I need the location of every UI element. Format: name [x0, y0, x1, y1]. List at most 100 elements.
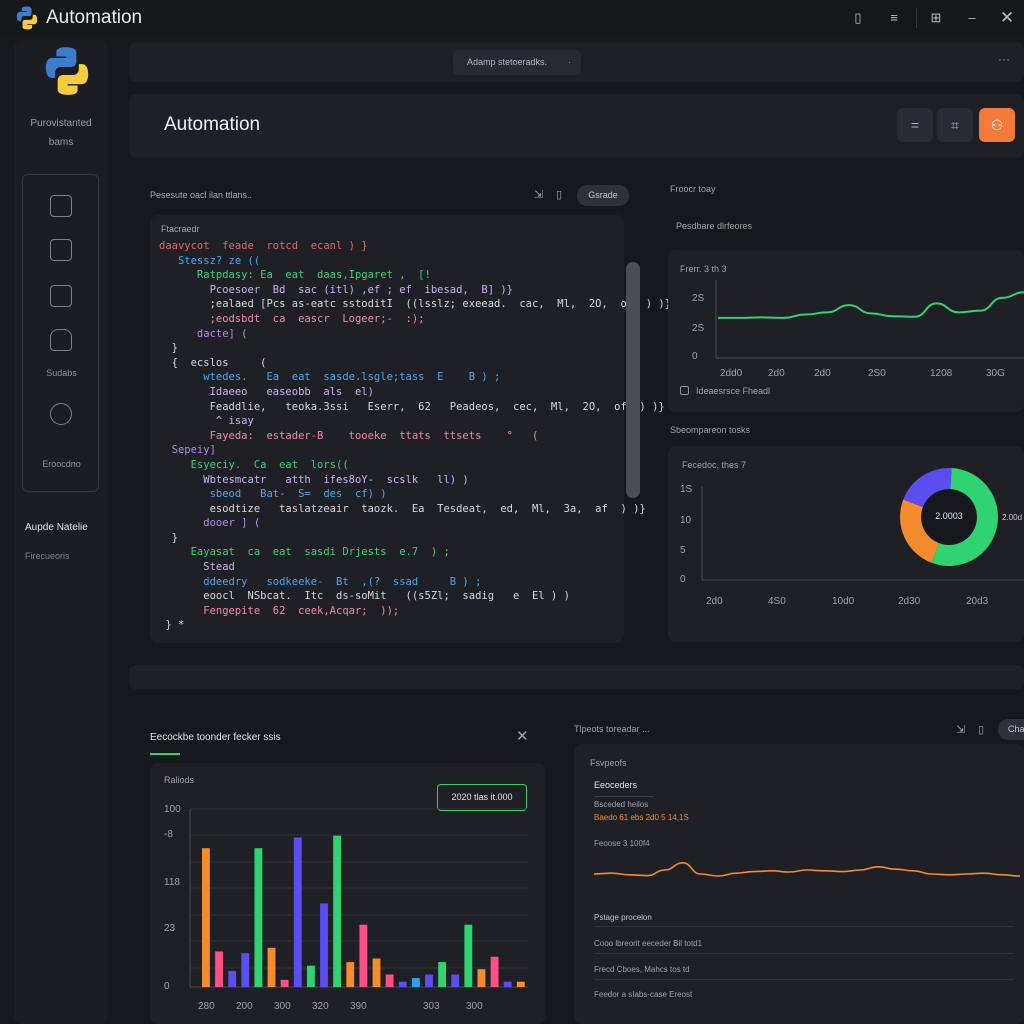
more-icon[interactable]: ···	[998, 52, 1010, 66]
y-tick-label: 0	[692, 351, 698, 362]
editor-heading: Ftacraedr	[161, 224, 200, 234]
code-line: ;eodsbdt ca eascr Logeer;- :);	[159, 312, 425, 325]
x-tick-label: 2dd0	[720, 368, 743, 379]
editor-action-button[interactable]: Gsrade	[577, 185, 629, 206]
code-editor[interactable]: Ftacraedr daavycot feade rotcd ecanl ) }…	[150, 215, 671, 643]
bar	[359, 924, 368, 987]
bar	[346, 962, 355, 987]
bar-chart: 100 -8 118 23 0 280 200 300 320 390 303 300	[164, 804, 528, 1012]
section-divider	[129, 665, 1024, 689]
x-tick-label: 390	[350, 1001, 367, 1012]
bar	[280, 979, 289, 987]
sidebar-section-sub[interactable]: Firecueoris	[25, 551, 70, 561]
x-tick-label: 2d30	[898, 596, 921, 607]
right-top-label: Froocr toay	[670, 184, 716, 194]
close-icon[interactable]: ✕	[516, 727, 529, 745]
python-logo-icon	[16, 6, 38, 30]
user-button[interactable]: ⚇	[979, 108, 1015, 142]
details-section: Pstage procelon	[594, 913, 652, 922]
bar	[333, 835, 342, 987]
donut-center-value: 2.0003	[935, 511, 963, 521]
bar	[254, 848, 263, 987]
bar	[228, 970, 237, 987]
code-line: sbeod Bat- S= des cf) )	[159, 488, 387, 501]
bar	[306, 965, 315, 987]
tab-underline	[150, 753, 180, 755]
header: Automation = ⌗ ⚇	[129, 94, 1024, 158]
code-line: ^ isay	[159, 415, 254, 428]
search-pill[interactable]: Adamp stetoeradks. ·	[453, 50, 581, 75]
code-line: } *	[159, 619, 185, 632]
code-line: daavycot feade rotcd ecanl ) }	[159, 240, 368, 252]
code-line: dooer ] (	[159, 517, 261, 530]
bar	[241, 953, 250, 987]
file-icon[interactable]	[50, 195, 72, 217]
clipboard-icon[interactable]: ▯	[978, 723, 984, 736]
legend-checkbox[interactable]	[680, 386, 689, 395]
minimize-icon[interactable]: –	[962, 8, 982, 28]
sidebar-subtitle: Purovistanted bams	[14, 114, 108, 152]
crop-icon[interactable]: ⌗	[937, 108, 973, 142]
grid-icon[interactable]: ⊞	[926, 8, 946, 28]
bar-chart-tab[interactable]: Eecockbe toonder fecker ssis	[150, 732, 281, 743]
sparkline-chart	[593, 861, 1021, 877]
y-tick-label: 100	[164, 804, 181, 815]
app-title: Automation	[46, 7, 143, 28]
x-tick-label: 2d0	[814, 368, 831, 379]
sidebar-nav: Sudabs Eroocdno	[22, 174, 99, 492]
y-tick-label: 118	[164, 877, 180, 888]
editor-scrollbar[interactable]	[626, 262, 640, 498]
x-tick-label: 1208	[930, 368, 953, 379]
sidebar-nav-label[interactable]: Sudabs	[23, 368, 100, 378]
details-item[interactable]: Frecd Cboes, Mahcs tos td	[594, 965, 690, 974]
bar	[398, 981, 407, 987]
details-item[interactable]: Cooo lbreorit eeceder Bil totd1	[594, 939, 702, 948]
code-line: Stead	[159, 561, 235, 574]
x-tick-label: 2d0	[706, 596, 723, 607]
y-tick-label: 10	[680, 515, 692, 526]
bar	[516, 981, 525, 987]
x-tick-label: 2d0	[768, 368, 785, 379]
search-label: Adamp stetoeradks.	[467, 57, 548, 67]
settings-icon[interactable]	[50, 403, 72, 425]
sidebar-subtitle-line1: Purovistanted	[30, 118, 92, 129]
bottom-right-header: Tlpeots toreadar ...	[574, 724, 650, 734]
grid-icon[interactable]	[50, 285, 72, 307]
mobile-icon[interactable]: ▯	[848, 8, 868, 28]
python-logo-icon	[45, 47, 89, 95]
y-tick-label: 0	[680, 574, 686, 585]
bar	[490, 956, 499, 987]
divider	[594, 926, 1014, 927]
code-line: Esyeciy. Ca eat lors((	[159, 458, 349, 471]
code-lines: daavycot feade rotcd ecanl ) } Stessz? z…	[159, 239, 671, 633]
code-line: Wbtesmcatr atth ifes8oY- scslk ll) )	[159, 473, 469, 486]
bottom-right-action-button[interactable]: Cha	[998, 719, 1024, 740]
close-icon[interactable]: ✕	[997, 8, 1017, 28]
document-icon[interactable]	[50, 239, 72, 261]
code-line: Fengepite 62 ceek,Acqar; ));	[159, 604, 400, 617]
line-chart-panel: Frerr. 3 th 3 2S 2S 0 2dd0 2d0 2d0 2S0 1208 30G …	[668, 250, 1024, 412]
sidebar-section-title[interactable]: Aupde Natelie	[25, 522, 88, 533]
code-line: }	[159, 531, 178, 544]
sidebar-subtitle-line2: bams	[48, 137, 74, 148]
bar	[320, 903, 328, 987]
x-tick-label: 300	[466, 1001, 483, 1012]
code-line: Eayasat ca eat sasdi Drjests e.7 ) ;	[159, 546, 450, 559]
code-line: wtedes. Ea eat sasde.lsgle;tass E B ) ;	[159, 371, 501, 384]
x-tick-label: 30G	[986, 368, 1005, 379]
expand-icon[interactable]: ⇲	[534, 188, 543, 201]
expand-icon[interactable]: ⇲	[956, 723, 965, 736]
bag-icon[interactable]	[50, 329, 72, 351]
code-line: esodtize taslatzeair taozk. Ea Tesdeat, …	[159, 502, 646, 515]
minimize-lines-icon[interactable]: ≡	[884, 8, 904, 28]
code-line: Ratpdasy: Ea eat daas,Ipgaret , [!	[159, 269, 431, 282]
code-line: Fayeda: estader-B tooeke ttats ttsets ° …	[159, 429, 539, 442]
y-tick-label: 5	[680, 545, 686, 556]
y-tick-label: 1S	[680, 484, 693, 495]
clipboard-icon[interactable]: ▯	[556, 188, 562, 201]
sidebar-nav-label[interactable]: Eroocdno	[23, 459, 100, 469]
x-tick-label: 320	[312, 1001, 329, 1012]
x-tick-label: 300	[274, 1001, 291, 1012]
menu-icon[interactable]: =	[897, 108, 933, 142]
details-item[interactable]: Feedor a sIabs-case Ereost	[594, 990, 692, 999]
